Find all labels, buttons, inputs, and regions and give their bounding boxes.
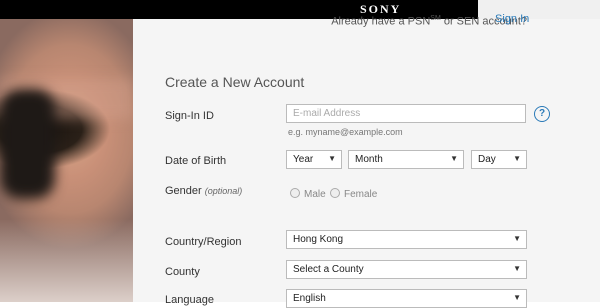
language-label: Language [165, 294, 214, 306]
chevron-down-icon: ▼ [513, 234, 521, 243]
form-title: Create a New Account [165, 74, 305, 90]
chevron-down-icon: ▼ [513, 154, 521, 163]
chevron-down-icon: ▼ [328, 154, 336, 163]
day-select[interactable]: Day ▼ [471, 150, 527, 169]
sign-in-link[interactable]: Sign In [495, 13, 529, 25]
chevron-down-icon: ▼ [513, 264, 521, 273]
hero-photo [0, 19, 133, 302]
email-field[interactable]: E-mail Address [286, 104, 526, 123]
country-select[interactable]: Hong Kong ▼ [286, 230, 527, 249]
chevron-down-icon: ▼ [450, 154, 458, 163]
signin-id-label: Sign-In ID [165, 110, 214, 122]
county-label: County [165, 266, 200, 278]
female-radio[interactable] [330, 188, 340, 198]
male-radio[interactable] [290, 188, 300, 198]
gender-label: Gender (optional) [165, 185, 243, 197]
chevron-down-icon: ▼ [513, 293, 521, 302]
language-select[interactable]: English ▼ [286, 289, 527, 308]
year-select[interactable]: Year ▼ [286, 150, 342, 169]
optional-tag: (optional) [204, 186, 243, 196]
country-label: Country/Region [165, 236, 242, 248]
dob-label: Date of Birth [165, 155, 227, 167]
gender-female-option[interactable]: Female [330, 188, 377, 200]
gender-male-option[interactable]: Male [290, 188, 326, 200]
county-select[interactable]: Select a County ▼ [286, 260, 527, 279]
help-icon[interactable]: ? [534, 106, 550, 122]
email-hint: e.g. myname@example.com [288, 127, 403, 137]
month-select[interactable]: Month ▼ [348, 150, 464, 169]
